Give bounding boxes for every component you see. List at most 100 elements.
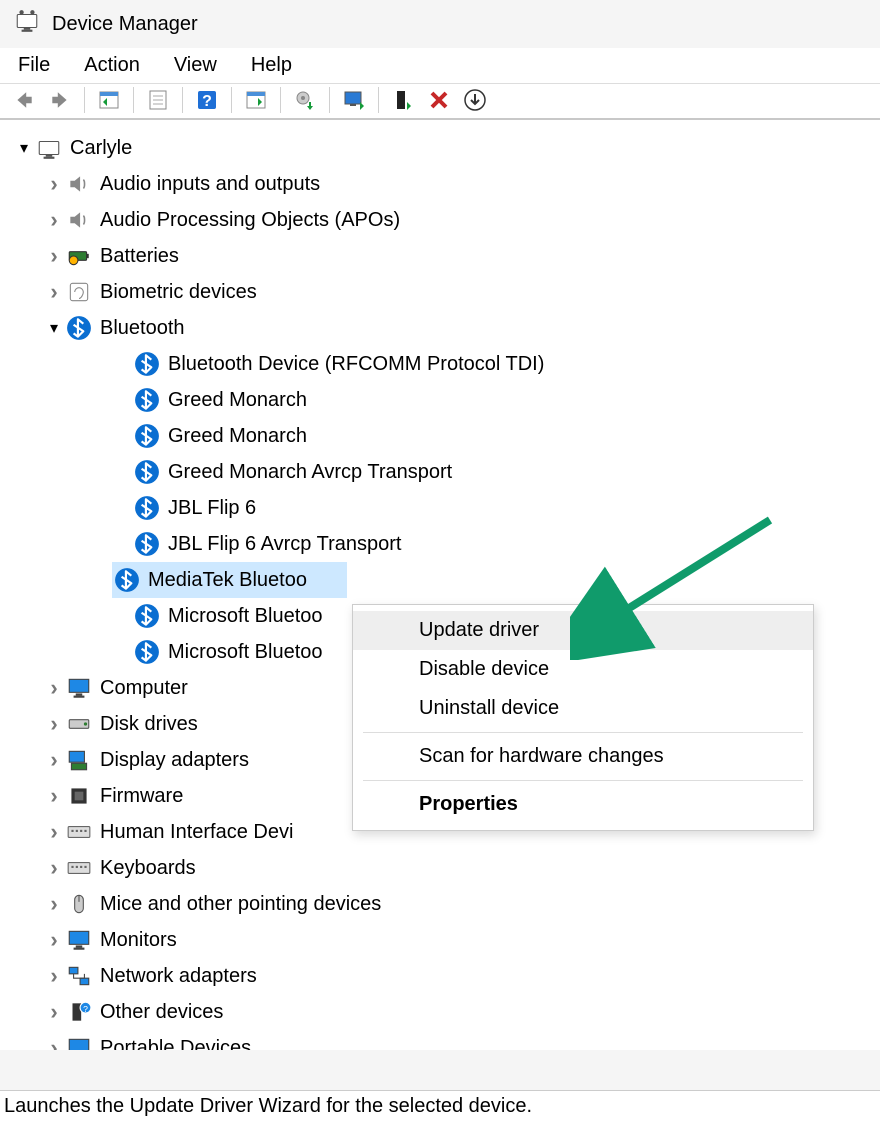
device-item[interactable]: MediaTek Bluetoo <box>0 562 880 598</box>
separator <box>182 87 183 113</box>
help-icon[interactable]: ? <box>193 86 221 114</box>
expand-icon[interactable] <box>44 243 64 269</box>
category-label: Mice and other pointing devices <box>100 893 381 916</box>
bluetooth-icon <box>132 349 162 379</box>
category-audio-io[interactable]: Audio inputs and outputs <box>0 166 880 202</box>
category-batteries[interactable]: Batteries <box>0 238 880 274</box>
ctx-uninstall-device[interactable]: Uninstall device <box>353 689 813 728</box>
category-keyboards[interactable]: Keyboards <box>0 850 880 886</box>
expand-icon[interactable] <box>44 999 64 1025</box>
separator <box>363 780 803 781</box>
category-label: Bluetooth <box>100 317 185 340</box>
category-portable[interactable]: Portable Devices <box>0 1030 880 1050</box>
category-bluetooth[interactable]: Bluetooth <box>0 310 880 346</box>
device-item[interactable]: Greed Monarch Avrcp Transport <box>0 454 880 490</box>
device-item[interactable]: Greed Monarch <box>0 382 880 418</box>
status-text: Launches the Update Driver Wizard for th… <box>4 1095 532 1117</box>
expand-icon[interactable] <box>44 819 64 845</box>
mouse-icon <box>64 889 94 919</box>
device-item[interactable]: Greed Monarch <box>0 418 880 454</box>
device-label: Microsoft Bluetoo <box>168 641 323 664</box>
down-arrow-icon[interactable] <box>461 86 489 114</box>
context-menu: Update driver Disable device Uninstall d… <box>352 604 814 831</box>
enable-icon[interactable] <box>389 86 417 114</box>
ctx-update-driver[interactable]: Update driver <box>353 611 813 650</box>
expand-icon[interactable] <box>44 675 64 701</box>
speaker-icon <box>64 205 94 235</box>
category-label: Disk drives <box>100 713 198 736</box>
category-label: Portable Devices <box>100 1037 251 1051</box>
chip-icon <box>64 781 94 811</box>
category-biometric[interactable]: Biometric devices <box>0 274 880 310</box>
show-hidden-icon[interactable] <box>95 86 123 114</box>
device-label: JBL Flip 6 <box>168 497 256 520</box>
expand-icon[interactable] <box>44 855 64 881</box>
forward-icon[interactable] <box>46 86 74 114</box>
fingerprint-icon <box>64 277 94 307</box>
bluetooth-icon <box>132 529 162 559</box>
disk-icon <box>64 709 94 739</box>
device-label: Greed Monarch <box>168 425 307 448</box>
monitor-icon <box>64 673 94 703</box>
menu-file[interactable]: File <box>18 54 50 77</box>
device-item[interactable]: JBL Flip 6 Avrcp Transport <box>0 526 880 562</box>
bluetooth-icon <box>132 637 162 667</box>
menu-view[interactable]: View <box>174 54 217 77</box>
title-bar: Device Manager <box>0 0 880 48</box>
expand-icon[interactable] <box>44 927 64 953</box>
status-bar: Launches the Update Driver Wizard for th… <box>0 1090 880 1124</box>
expand-icon[interactable] <box>14 138 34 158</box>
ctx-scan-hardware[interactable]: Scan for hardware changes <box>353 737 813 776</box>
category-mice[interactable]: Mice and other pointing devices <box>0 886 880 922</box>
back-icon[interactable] <box>10 86 38 114</box>
other-icon: ? <box>64 997 94 1027</box>
device-label: Greed Monarch Avrcp Transport <box>168 461 452 484</box>
root-node[interactable]: Carlyle <box>0 130 880 166</box>
category-label: Other devices <box>100 1001 223 1024</box>
category-label: Human Interface Devi <box>100 821 293 844</box>
device-label: MediaTek Bluetoo <box>148 569 307 592</box>
category-label: Computer <box>100 677 188 700</box>
menu-bar: File Action View Help <box>0 48 880 84</box>
category-monitors[interactable]: Monitors <box>0 922 880 958</box>
device-item[interactable]: JBL Flip 6 <box>0 490 880 526</box>
device-label: Greed Monarch <box>168 389 307 412</box>
ctx-properties[interactable]: Properties <box>353 785 813 824</box>
disable-icon[interactable] <box>425 86 453 114</box>
expand-icon[interactable] <box>44 279 64 305</box>
expand-icon[interactable] <box>44 711 64 737</box>
monitor-icon <box>64 925 94 955</box>
toolbar: ? <box>0 84 880 120</box>
device-tree[interactable]: Carlyle Audio inputs and outputs Audio Pr… <box>0 120 880 1050</box>
separator <box>378 87 379 113</box>
expand-icon[interactable] <box>44 783 64 809</box>
menu-help[interactable]: Help <box>251 54 292 77</box>
device-label: Bluetooth Device (RFCOMM Protocol TDI) <box>168 353 544 376</box>
ctx-disable-device[interactable]: Disable device <box>353 650 813 689</box>
expand-icon[interactable] <box>44 963 64 989</box>
category-label: Audio Processing Objects (APOs) <box>100 209 400 232</box>
menu-action[interactable]: Action <box>84 54 140 77</box>
expand-icon[interactable] <box>44 747 64 773</box>
device-item[interactable]: Bluetooth Device (RFCOMM Protocol TDI) <box>0 346 880 382</box>
category-label: Monitors <box>100 929 177 952</box>
category-label: Batteries <box>100 245 179 268</box>
update-driver-icon[interactable] <box>291 86 319 114</box>
expand-icon[interactable] <box>44 1035 64 1050</box>
expand-icon[interactable] <box>44 207 64 233</box>
device-label: Microsoft Bluetoo <box>168 605 323 628</box>
scan-icon[interactable] <box>242 86 270 114</box>
category-network[interactable]: Network adapters <box>0 958 880 994</box>
device-manager-icon <box>14 8 40 40</box>
properties-icon[interactable] <box>144 86 172 114</box>
category-other[interactable]: ? Other devices <box>0 994 880 1030</box>
separator <box>231 87 232 113</box>
window-title: Device Manager <box>52 13 198 36</box>
category-label: Audio inputs and outputs <box>100 173 320 196</box>
expand-icon[interactable] <box>44 318 64 338</box>
category-apo[interactable]: Audio Processing Objects (APOs) <box>0 202 880 238</box>
expand-icon[interactable] <box>44 891 64 917</box>
monitor-icon[interactable] <box>340 86 368 114</box>
svg-text:?: ? <box>83 1004 88 1014</box>
expand-icon[interactable] <box>44 171 64 197</box>
